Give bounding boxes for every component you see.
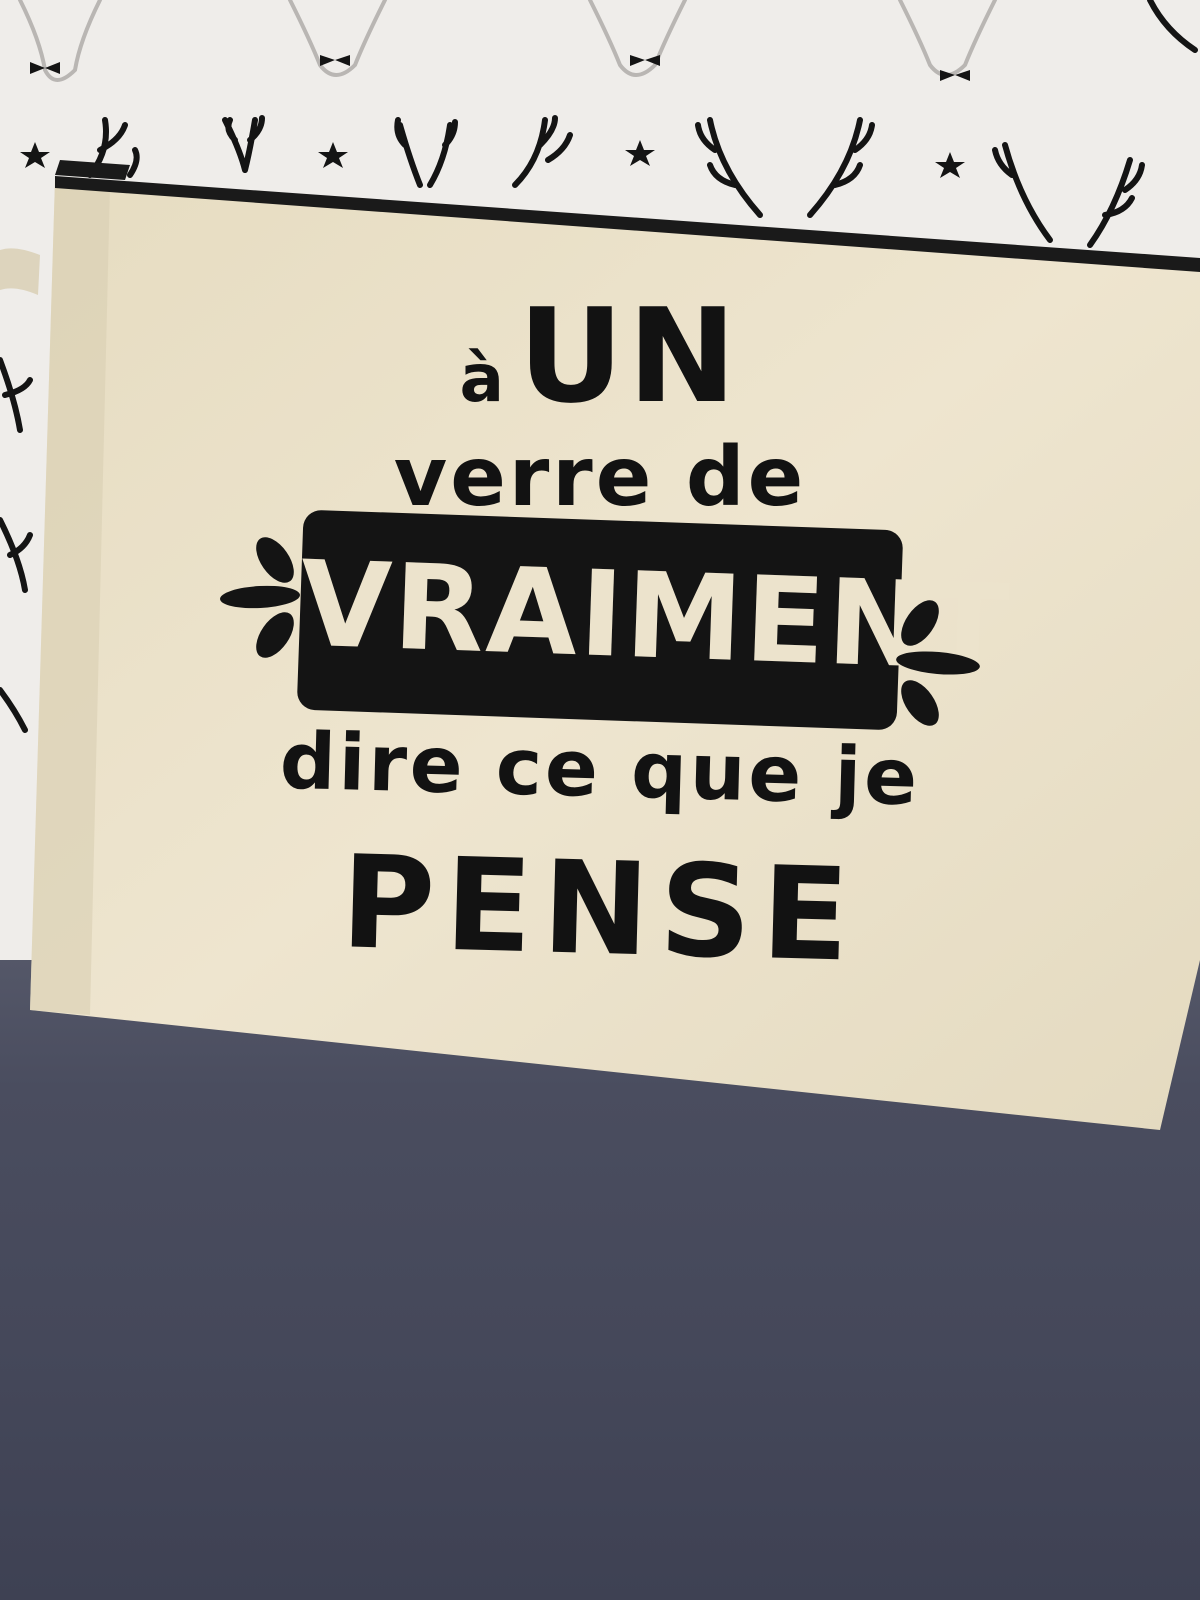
photo-scene: àUN verre de VRAIMENT dire ce que je PEN… [0, 0, 1200, 1600]
canvas-pouch: àUN verre de VRAIMENT dire ce que je PEN… [0, 0, 1200, 1600]
print-line-1: àUN [200, 280, 1000, 432]
print-banner-text: VRAIMENT [297, 534, 1013, 698]
leaf-decoration-icon [896, 600, 980, 726]
print-word-un: UN [518, 280, 741, 432]
print-line-4: PENSE [339, 828, 861, 991]
pouch-print: àUN verre de VRAIMENT dire ce que je PEN… [200, 270, 1013, 1030]
wrist-strap [0, 248, 40, 295]
leaf-decoration-icon [220, 537, 300, 658]
print-word-a: à [459, 340, 507, 417]
